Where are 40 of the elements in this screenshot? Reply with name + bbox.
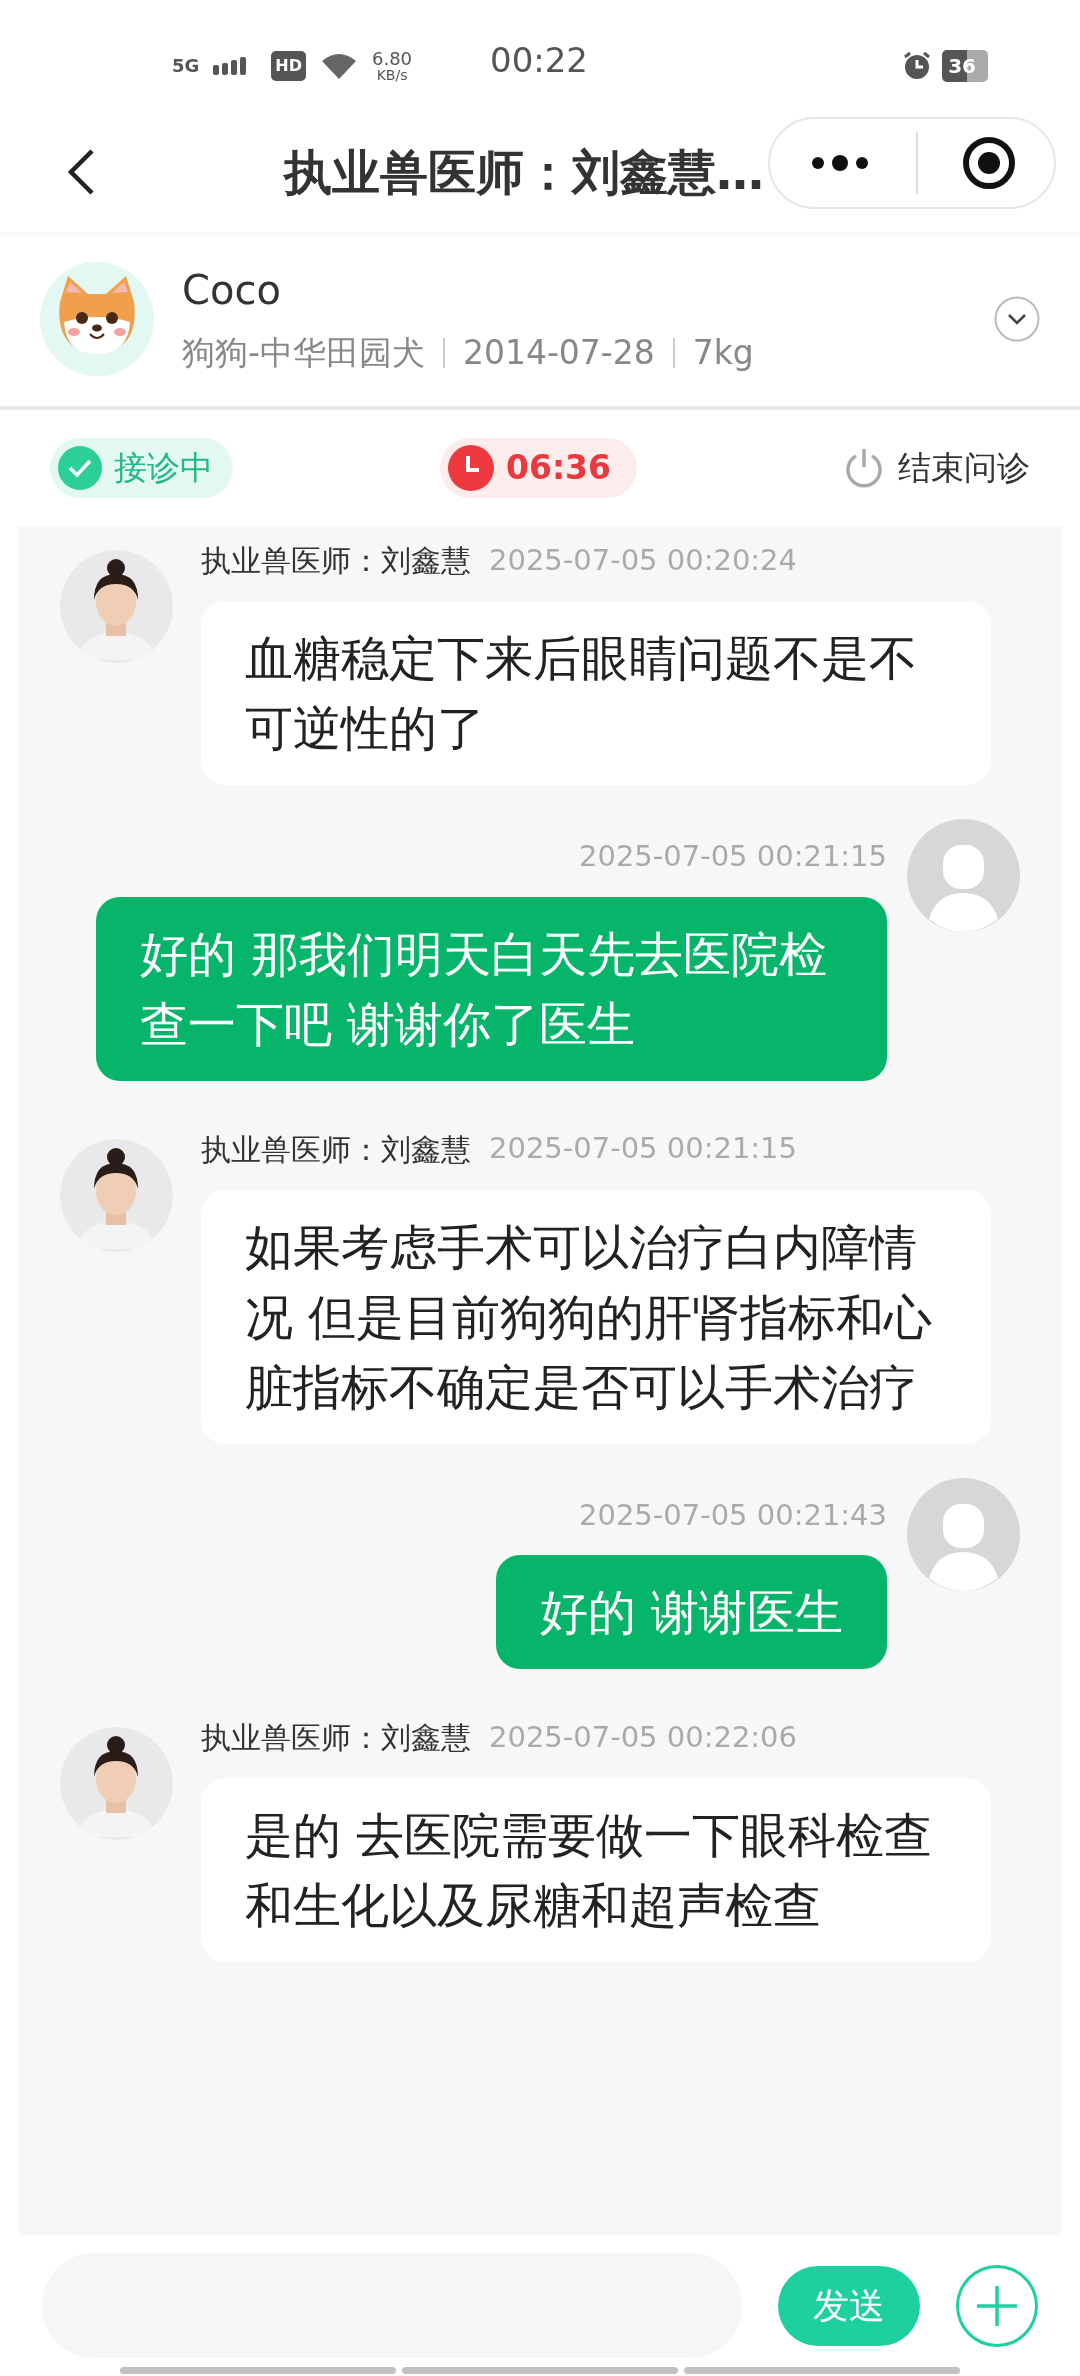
timer-badge: 06:36 <box>439 438 637 498</box>
expand-icon[interactable] <box>994 296 1040 342</box>
end-consult-button[interactable]: 结束问诊 <box>844 443 1030 493</box>
message-time: 2025-07-05 00:21:15 <box>489 1130 797 1168</box>
wifi-icon <box>320 51 358 81</box>
hd-badge: HD <box>271 51 306 81</box>
message-bubble: 如果考虑手术可以治疗白内障情况 但是目前狗狗的肝肾指标和心脏指标不确定是否可以手术治疗 <box>201 1189 991 1444</box>
message-bubble: 好的 那我们明天白天先去医院检查一下吧 谢谢你了医生 <box>96 896 887 1081</box>
message-time: 2025-07-05 00:22:06 <box>489 1718 797 1756</box>
check-icon <box>58 446 102 490</box>
clock-time: 00:22 <box>490 39 588 82</box>
alarm-icon <box>902 51 933 81</box>
battery-level: 36 <box>942 50 988 82</box>
pet-birthday: 2014-07-28 <box>462 332 655 375</box>
consult-status: 接诊中 <box>50 438 233 498</box>
speed-value: 6.80 <box>372 50 413 68</box>
doctor-name: 执业兽医师：刘鑫慧 <box>201 1719 471 1757</box>
message-bubble: 好的 谢谢医生 <box>495 1555 887 1669</box>
message-time: 2025-07-05 00:20:24 <box>489 541 797 579</box>
speed-unit: KB/s <box>376 68 408 82</box>
pet-name: Coco <box>182 266 282 316</box>
pet-breed: 狗狗-中华田园犬 <box>182 332 425 375</box>
clock-icon <box>447 445 494 491</box>
message-bubble: 血糖稳定下来后眼睛问题不是不可逆性的了 <box>201 601 991 785</box>
page-title: 执业兽医师：刘鑫慧… <box>284 143 764 202</box>
back-icon[interactable] <box>66 148 96 196</box>
message-bubble: 是的 去医院需要做一下眼科检查和生化以及尿糖和超声检查 <box>201 1778 991 1962</box>
more-icon[interactable] <box>810 155 870 171</box>
pet-weight: 7kg <box>692 332 754 375</box>
signal-icon <box>213 57 248 75</box>
message-time: 2025-07-05 00:21:43 <box>579 1496 887 1534</box>
network-label: 5G <box>172 57 200 75</box>
user-avatar-icon <box>907 819 1020 932</box>
power-icon <box>844 447 884 489</box>
dog-avatar-icon <box>40 262 154 376</box>
target-icon[interactable] <box>962 136 1016 190</box>
doctor-name: 执业兽医师：刘鑫慧 <box>201 1130 471 1169</box>
doctor-name: 执业兽医师：刘鑫慧 <box>201 542 471 580</box>
user-avatar-icon <box>907 1477 1020 1591</box>
message-time: 2025-07-05 00:21:15 <box>579 838 887 875</box>
